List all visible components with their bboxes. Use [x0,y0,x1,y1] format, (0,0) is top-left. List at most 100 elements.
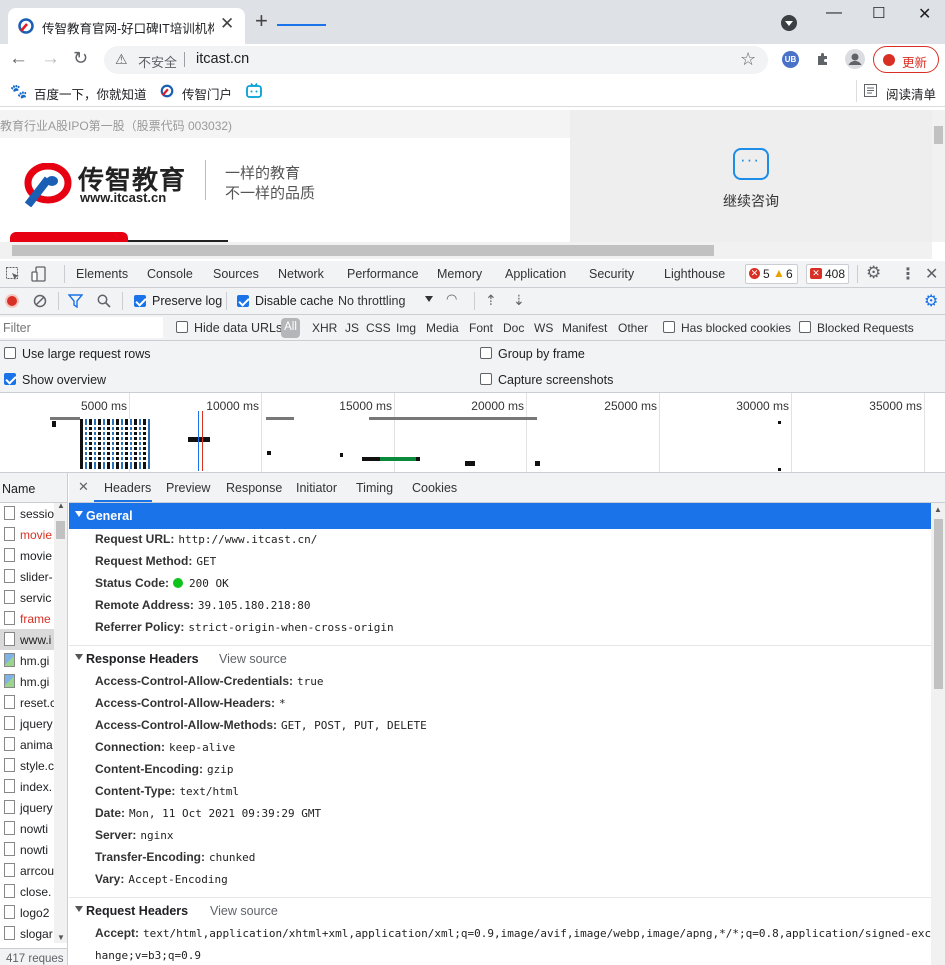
bookmark-itcast-portal[interactable]: 传智门户 [182,84,232,103]
export-har-icon[interactable]: ⇣ [513,292,525,309]
detail-tab-timing[interactable]: Timing [356,481,393,495]
request-row[interactable]: jquery [0,797,54,818]
request-row[interactable]: anima [0,734,54,755]
scroll-up-icon[interactable]: ▲ [57,501,65,510]
consult-panel[interactable]: 继续咨询 [570,110,932,242]
browser-tab[interactable]: 传智教育官网-好口碑IT培训机构 ✕ [8,8,245,44]
tab-console[interactable]: Console [147,267,193,281]
extensions-puzzle-icon[interactable] [815,51,831,67]
request-row[interactable]: frame [0,608,54,629]
bookmark-baidu[interactable]: 百度一下，你就知道 [34,84,147,103]
details-scrollbar[interactable]: ▲ [931,503,945,965]
request-row[interactable]: slogar [0,923,54,944]
request-list-scrollbar-thumb[interactable] [56,521,65,539]
request-row[interactable]: nowti [0,818,54,839]
maximize-button[interactable]: ☐ [872,4,885,22]
tab-memory[interactable]: Memory [437,267,482,281]
network-settings-gear-icon[interactable]: ⚙ [924,291,938,311]
filter-input[interactable] [0,317,163,338]
preserve-log-checkbox[interactable] [134,295,146,307]
request-row[interactable]: reset.c [0,692,54,713]
scroll-up-icon[interactable]: ▲ [934,505,942,514]
request-view-source-link[interactable]: View source [210,904,278,918]
detail-tab-headers[interactable]: Headers [104,481,151,495]
consult-label[interactable]: 继续咨询 [723,191,779,211]
tab-performance[interactable]: Performance [347,267,419,281]
warning-icon[interactable]: ⚠ [115,51,128,68]
request-row[interactable]: hm.gi [0,650,54,671]
network-conditions-icon[interactable]: ◠ [446,291,457,307]
request-row[interactable]: nowti [0,839,54,860]
page-horizontal-scrollbar[interactable] [0,242,932,259]
request-row[interactable]: movie [0,545,54,566]
name-column-header[interactable]: Name [0,473,67,503]
type-font[interactable]: Font [469,321,493,335]
request-row[interactable]: jquery [0,713,54,734]
throttling-select[interactable]: No throttling [338,294,405,308]
capture-screenshots-label[interactable]: Capture screenshots [498,373,613,387]
filter-funnel-icon[interactable] [68,294,83,308]
request-row[interactable]: style.c [0,755,54,776]
issues-count[interactable]: ✕ 408 [806,264,849,284]
blocked-requests-checkbox[interactable] [799,321,811,333]
update-button[interactable]: 更新 [873,46,939,73]
close-devtools-icon[interactable]: ✕ [925,264,938,284]
network-overview-timeline[interactable]: 5000 ms 10000 ms 15000 ms 20000 ms 25000… [0,393,945,473]
back-icon[interactable]: ← [9,48,28,70]
type-img[interactable]: Img [396,321,416,335]
record-icon[interactable] [5,294,19,308]
preserve-log-label[interactable]: Preserve log [152,294,222,308]
device-toolbar-icon[interactable] [31,266,47,282]
type-manifest[interactable]: Manifest [562,321,607,335]
close-details-icon[interactable]: ✕ [78,479,89,495]
page-hscroll-thumb[interactable] [12,245,714,256]
bookmark-star-icon[interactable]: ☆ [740,49,756,70]
tab-application[interactable]: Application [505,267,566,281]
show-overview-label[interactable]: Show overview [22,373,106,387]
minimize-button[interactable]: — [826,4,842,22]
tab-sources[interactable]: Sources [213,267,259,281]
request-row[interactable]: hm.gi [0,671,54,692]
chat-bubble-icon[interactable] [733,148,769,180]
type-media[interactable]: Media [426,321,459,335]
blocked-requests-label[interactable]: Blocked Requests [817,321,914,335]
tab-security[interactable]: Security [589,267,634,281]
page-vertical-scrollbar[interactable] [932,110,945,242]
detail-tab-response[interactable]: Response [226,481,282,495]
extension-ub-icon[interactable]: UB [782,51,799,68]
detail-tab-initiator[interactable]: Initiator [296,481,337,495]
close-window-button[interactable]: ✕ [918,4,931,24]
reload-icon[interactable]: ↻ [73,48,88,69]
details-scrollbar-thumb[interactable] [934,519,943,689]
import-har-icon[interactable]: ⇡ [485,292,497,309]
search-icon[interactable] [97,294,111,308]
type-xhr[interactable]: XHR [312,321,337,335]
tab-elements[interactable]: Elements [76,267,128,281]
request-row[interactable]: close. [0,881,54,902]
new-tab-button[interactable]: + [255,10,268,32]
hide-data-urls-checkbox[interactable] [176,321,188,333]
detail-tab-preview[interactable]: Preview [166,481,210,495]
request-row[interactable]: index. [0,776,54,797]
clear-icon[interactable] [33,294,47,308]
address-bar[interactable]: ⚠ 不安全 itcast.cn ☆ [104,46,768,74]
hide-data-urls-label[interactable]: Hide data URLs [194,321,282,335]
disable-cache-checkbox[interactable] [237,295,249,307]
group-by-frame-label[interactable]: Group by frame [498,347,585,361]
forward-icon[interactable]: → [41,48,60,70]
request-row[interactable]: slider- [0,566,54,587]
bilibili-icon[interactable] [246,83,262,98]
request-row[interactable]: www.i [0,629,54,650]
tab-close-icon[interactable]: ✕ [220,14,234,34]
request-row[interactable]: arrcou [0,860,54,881]
large-rows-label[interactable]: Use large request rows [22,347,151,361]
more-options-icon[interactable]: ⋮ [900,264,916,284]
request-row[interactable]: sessio [0,503,54,524]
type-other[interactable]: Other [618,321,648,335]
itcast-logo-icon[interactable] [22,163,72,207]
url-text[interactable]: itcast.cn [196,51,249,67]
request-row[interactable]: movie [0,524,54,545]
inspect-element-icon[interactable] [6,267,20,281]
disable-cache-label[interactable]: Disable cache [255,294,334,308]
profile-avatar-icon[interactable] [845,49,865,69]
